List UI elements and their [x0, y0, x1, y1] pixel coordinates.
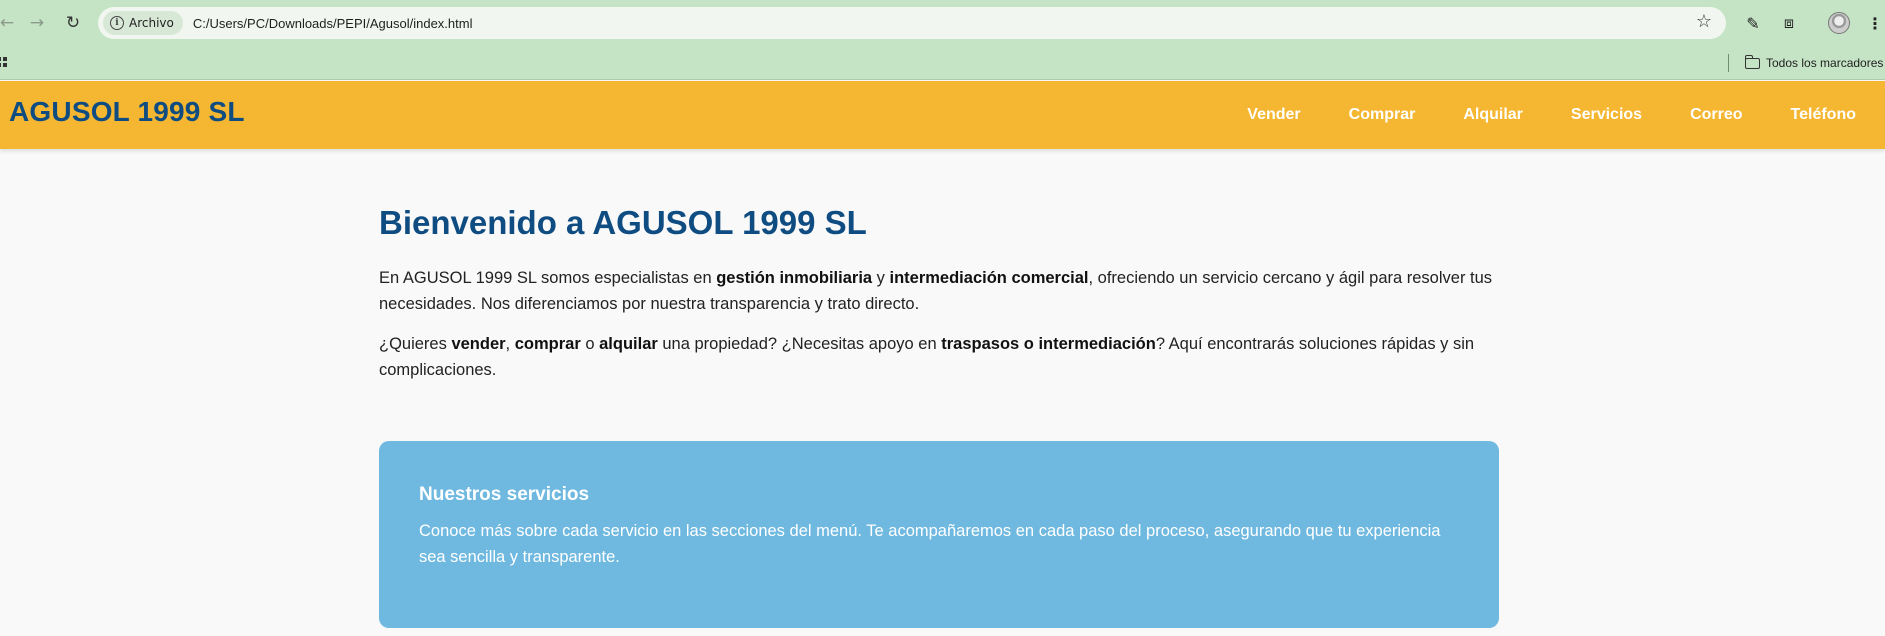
address-bar[interactable]: i Archivo C:/Users/PC/Downloads/PEPI/Agu… [98, 7, 1726, 39]
intro-text: En AGUSOL 1999 SL somos especialistas en [379, 269, 717, 287]
eyedropper-icon[interactable]: ✎ [1740, 10, 1766, 36]
intro-text: ¿Quieres [379, 335, 452, 353]
highlight-gestion: gestión inmobiliaria [716, 269, 873, 287]
intro-paragraph-2: ¿Quieres vender, comprar o alquilar una … [379, 331, 1499, 383]
browser-toolbar: ← → ↻ i Archivo C:/Users/PC/Downloads/PE… [0, 0, 1885, 46]
main-nav: Vender Comprar Alquilar Servicios Correo… [1247, 81, 1856, 149]
bookmarks-divider [1728, 54, 1729, 72]
services-text: Conoce más sobre cada servicio en las se… [419, 522, 1441, 566]
apps-icon[interactable] [0, 57, 7, 67]
highlight-alquilar: alquilar [599, 335, 658, 353]
site-info-chip[interactable]: i Archivo [103, 11, 183, 35]
url-text[interactable]: C:/Users/PC/Downloads/PEPI/Agusol/index.… [193, 16, 473, 31]
nav-link-comprar[interactable]: Comprar [1349, 106, 1416, 124]
highlight-intermediacion: intermediación comercial [889, 269, 1089, 287]
forward-icon[interactable]: → [22, 8, 52, 38]
site-chip-label: Archivo [129, 16, 174, 30]
services-title: Nuestros servicios [419, 484, 590, 505]
folder-icon [1744, 54, 1760, 69]
nav-link-vender[interactable]: Vender [1247, 106, 1300, 124]
nav-link-telefono[interactable]: Teléfono [1791, 106, 1856, 124]
intro-text: y [872, 269, 890, 287]
menu-icon[interactable]: ⋮ [1862, 10, 1885, 36]
intro-paragraph-1: En AGUSOL 1999 SL somos especialistas en… [379, 265, 1499, 317]
page-title: Bienvenido a AGUSOL 1999 SL [379, 204, 867, 241]
intro-text: , [505, 335, 515, 353]
all-bookmarks-label: Todos los marcadores [1766, 56, 1884, 70]
star-icon[interactable]: ☆ [1696, 11, 1712, 32]
nav-link-servicios[interactable]: Servicios [1571, 106, 1642, 124]
main-content: Bienvenido a AGUSOL 1999 SL En AGUSOL 19… [379, 149, 1499, 628]
nav-link-correo[interactable]: Correo [1690, 106, 1742, 124]
all-bookmarks-button[interactable]: Todos los marcadores [1744, 53, 1884, 73]
services-box: Nuestros servicios Conoce más sobre cada… [379, 441, 1499, 628]
nav-link-alquilar[interactable]: Alquilar [1463, 106, 1523, 124]
back-icon[interactable]: ← [0, 8, 22, 38]
profile-avatar[interactable] [1826, 10, 1852, 36]
reload-icon[interactable]: ↻ [58, 8, 88, 38]
intro-text: una propiedad? ¿Necesitas apoyo en [657, 335, 942, 353]
info-icon: i [110, 16, 124, 30]
site-header: AGUSOL 1999 SL Vender Comprar Alquilar S… [0, 81, 1885, 149]
highlight-comprar: comprar [514, 335, 581, 353]
highlight-traspasos: traspasos o intermediación [941, 335, 1156, 353]
highlight-vender: vender [451, 335, 506, 353]
site-logo[interactable]: AGUSOL 1999 SL [9, 96, 245, 128]
bookmarks-bar: Todos los marcadores [0, 46, 1885, 80]
intro-text: o [580, 335, 600, 353]
extensions-icon[interactable]: ⧈ [1776, 10, 1802, 36]
